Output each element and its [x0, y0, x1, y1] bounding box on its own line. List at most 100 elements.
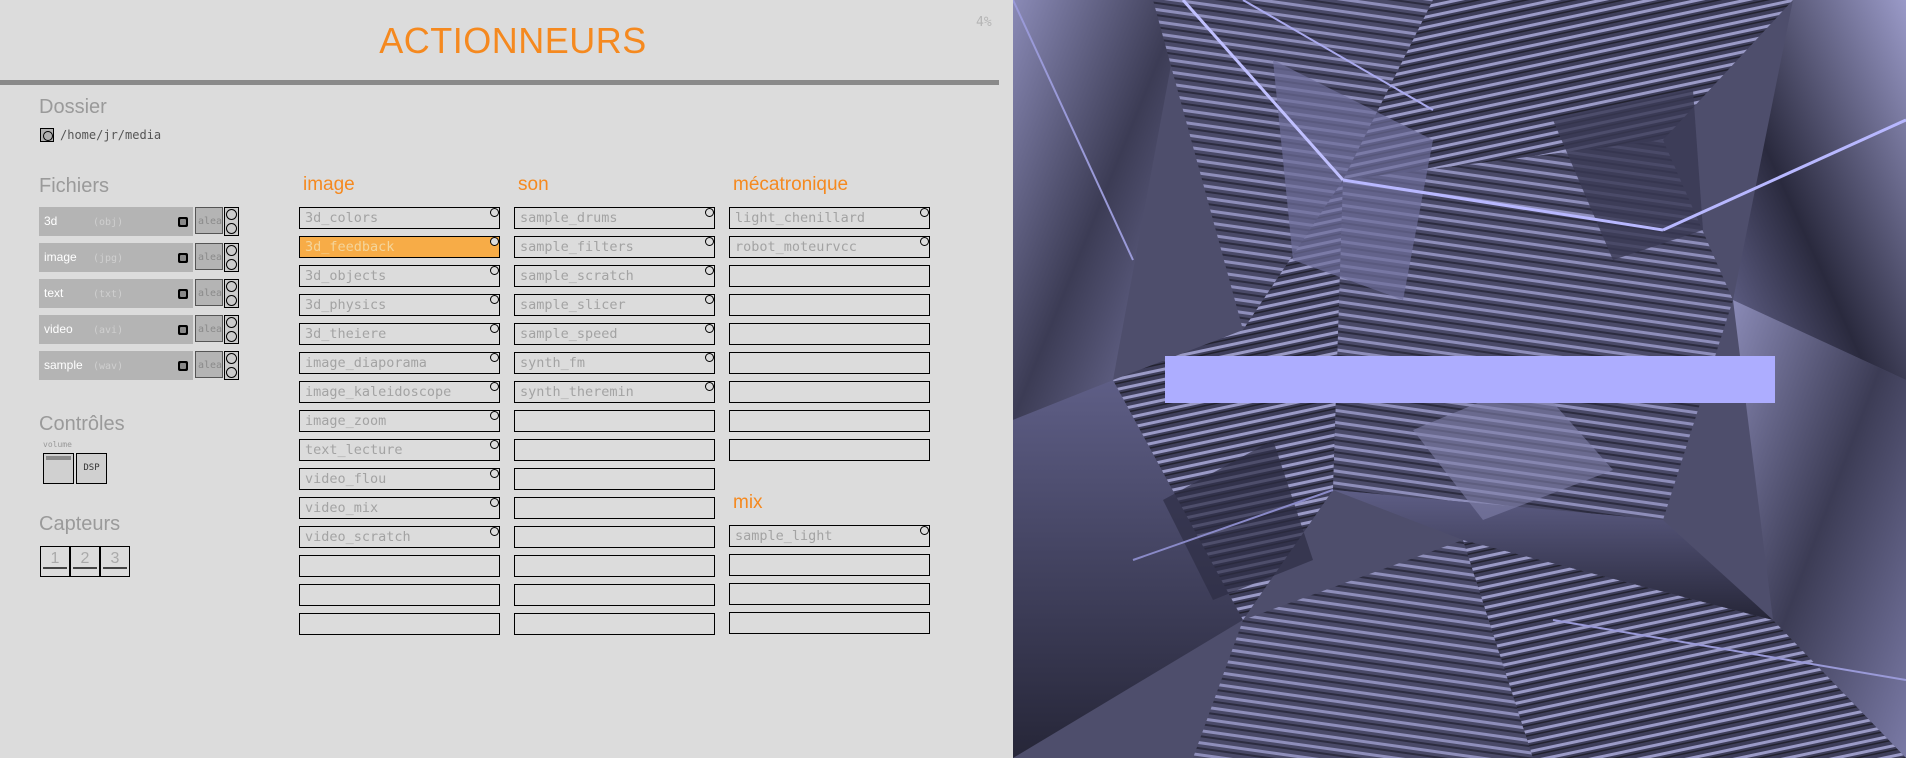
toggle-icon[interactable] [920, 237, 929, 246]
fichier-selector[interactable]: video (avi) [39, 315, 193, 344]
image-item-3d_objects[interactable]: 3d_objects [299, 265, 500, 287]
son-item-sample_scratch[interactable]: sample_scratch [514, 265, 715, 287]
alea-knobs [224, 207, 239, 236]
toggle-icon[interactable] [705, 266, 714, 275]
mecatronique-empty-slot[interactable] [729, 410, 930, 432]
image-item-3d_feedback[interactable]: 3d_feedback [299, 236, 500, 258]
son-empty-slot[interactable] [514, 497, 715, 519]
fichier-open-button[interactable] [178, 325, 188, 335]
image-item-3d_colors[interactable]: 3d_colors [299, 207, 500, 229]
toggle-icon[interactable] [490, 382, 499, 391]
knob-icon[interactable] [226, 331, 237, 342]
fichier-selector[interactable]: image (jpg) [39, 243, 193, 272]
knob-icon[interactable] [226, 353, 237, 364]
fichier-selector[interactable]: text (txt) [39, 279, 193, 308]
fichier-open-button[interactable] [178, 289, 188, 299]
mecatronique-empty-slot[interactable] [729, 352, 930, 374]
toggle-icon[interactable] [920, 526, 929, 535]
alea-button[interactable]: alea [195, 279, 223, 306]
toggle-icon[interactable] [705, 208, 714, 217]
mix-empty-slot[interactable] [729, 583, 930, 605]
mecatronique-empty-slot[interactable] [729, 323, 930, 345]
alea-button[interactable]: alea [195, 243, 223, 270]
toggle-icon[interactable] [490, 498, 499, 507]
alea-knobs [224, 351, 239, 380]
capteur-2-button[interactable]: 2 [70, 546, 100, 577]
fichier-open-button[interactable] [178, 217, 188, 227]
image-item-video_scratch[interactable]: video_scratch [299, 526, 500, 548]
knob-icon[interactable] [226, 281, 237, 292]
image-empty-slot[interactable] [299, 613, 500, 635]
toggle-icon[interactable] [490, 295, 499, 304]
toggle-icon[interactable] [705, 353, 714, 362]
capteur-3-button[interactable]: 3 [100, 546, 130, 577]
mecatronique-empty-slot[interactable] [729, 294, 930, 316]
dsp-toggle[interactable]: DSP [76, 453, 107, 484]
son-item-sample_drums[interactable]: sample_drums [514, 207, 715, 229]
toggle-icon[interactable] [920, 208, 929, 217]
image-empty-slot[interactable] [299, 555, 500, 577]
toggle-icon[interactable] [490, 266, 499, 275]
mix-item-sample_light[interactable]: sample_light [729, 525, 930, 547]
son-item-synth_theremin[interactable]: synth_theremin [514, 381, 715, 403]
toggle-icon[interactable] [490, 440, 499, 449]
knob-icon[interactable] [226, 209, 237, 220]
mecatronique-item-robot_moteurvcc[interactable]: robot_moteurvcc [729, 236, 930, 258]
toggle-icon[interactable] [705, 295, 714, 304]
son-empty-slot[interactable] [514, 584, 715, 606]
alea-button[interactable]: alea [195, 315, 223, 342]
son-item-synth_fm[interactable]: synth_fm [514, 352, 715, 374]
son-empty-slot[interactable] [514, 555, 715, 577]
image-item-video_mix[interactable]: video_mix [299, 497, 500, 519]
toggle-icon[interactable] [490, 469, 499, 478]
volume-slider[interactable] [43, 453, 74, 484]
knob-icon[interactable] [226, 245, 237, 256]
son-item-sample_slicer[interactable]: sample_slicer [514, 294, 715, 316]
image-item-text_lecture[interactable]: text_lecture [299, 439, 500, 461]
image-item-image_kaleidoscope[interactable]: image_kaleidoscope [299, 381, 500, 403]
son-item-sample_filters[interactable]: sample_filters [514, 236, 715, 258]
toggle-icon[interactable] [490, 353, 499, 362]
item-label: sample_filters [520, 239, 634, 255]
capteur-1-button[interactable]: 1 [40, 546, 70, 577]
fichier-open-button[interactable] [178, 361, 188, 371]
mecatronique-item-light_chenillard[interactable]: light_chenillard [729, 207, 930, 229]
image-item-image_zoom[interactable]: image_zoom [299, 410, 500, 432]
toggle-icon[interactable] [705, 237, 714, 246]
toggle-icon[interactable] [490, 324, 499, 333]
knob-icon[interactable] [226, 295, 237, 306]
alea-button[interactable]: alea [195, 207, 223, 234]
toggle-icon[interactable] [490, 411, 499, 420]
open-folder-button[interactable] [40, 128, 54, 142]
toggle-icon[interactable] [705, 324, 714, 333]
fichier-selector[interactable]: sample (wav) [39, 351, 193, 380]
knob-icon[interactable] [226, 367, 237, 378]
image-item-3d_theiere[interactable]: 3d_theiere [299, 323, 500, 345]
fichier-open-button[interactable] [178, 253, 188, 263]
toggle-icon[interactable] [490, 527, 499, 536]
fichier-selector[interactable]: 3d (obj) [39, 207, 193, 236]
toggle-icon[interactable] [705, 382, 714, 391]
image-empty-slot[interactable] [299, 584, 500, 606]
son-item-sample_speed[interactable]: sample_speed [514, 323, 715, 345]
mix-empty-slot[interactable] [729, 554, 930, 576]
toggle-icon[interactable] [490, 237, 499, 246]
image-item-video_flou[interactable]: video_flou [299, 468, 500, 490]
son-empty-slot[interactable] [514, 439, 715, 461]
alea-button[interactable]: alea [195, 351, 223, 378]
mix-empty-slot[interactable] [729, 612, 930, 634]
mecatronique-empty-slot[interactable] [729, 265, 930, 287]
render-viewport[interactable] [1013, 0, 1906, 758]
image-item-image_diaporama[interactable]: image_diaporama [299, 352, 500, 374]
mecatronique-empty-slot[interactable] [729, 439, 930, 461]
knob-icon[interactable] [226, 259, 237, 270]
knob-icon[interactable] [226, 223, 237, 234]
son-empty-slot[interactable] [514, 613, 715, 635]
mecatronique-empty-slot[interactable] [729, 381, 930, 403]
son-empty-slot[interactable] [514, 410, 715, 432]
knob-icon[interactable] [226, 317, 237, 328]
toggle-icon[interactable] [490, 208, 499, 217]
son-empty-slot[interactable] [514, 526, 715, 548]
son-empty-slot[interactable] [514, 468, 715, 490]
image-item-3d_physics[interactable]: 3d_physics [299, 294, 500, 316]
